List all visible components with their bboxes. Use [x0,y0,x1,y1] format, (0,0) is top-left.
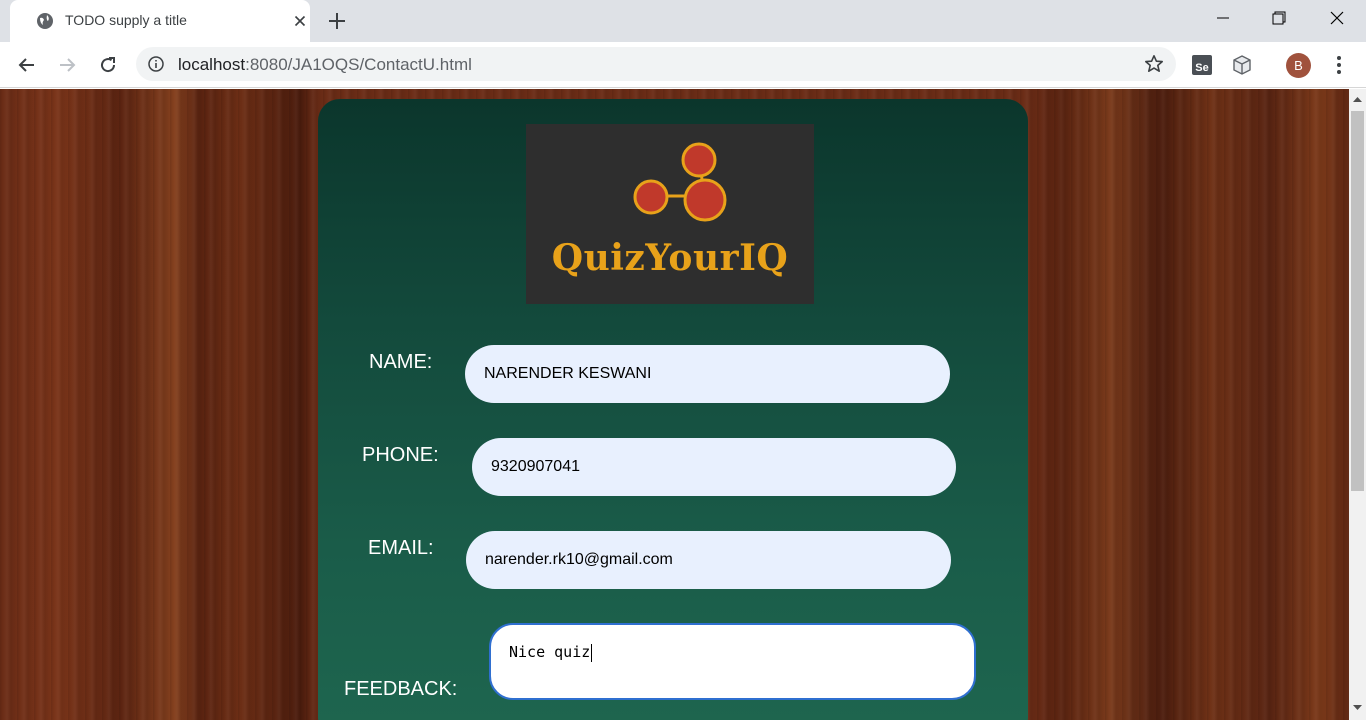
page-viewport: QuizYourIQ NAME: PHONE: EMAIL: FEEDBACK:… [0,89,1349,720]
molecule-icon [633,142,727,222]
window-close-icon[interactable] [1308,0,1366,36]
browser-tab[interactable]: TODO supply a title [10,0,310,42]
phone-input[interactable] [472,438,956,496]
minimize-icon[interactable] [1194,0,1252,36]
scroll-up-icon[interactable] [1353,95,1362,104]
profile-avatar[interactable]: B [1286,53,1311,78]
email-input[interactable] [466,531,951,589]
star-icon[interactable] [1144,54,1164,74]
feedback-label: FEEDBACK: [344,678,458,700]
logo-text: QuizYourIQ [551,237,789,279]
reload-icon[interactable] [96,53,120,77]
name-input[interactable] [465,345,950,403]
selenium-label: Se [1195,62,1208,74]
info-icon[interactable] [148,56,164,72]
name-label: NAME: [369,351,433,373]
restore-icon[interactable] [1250,0,1308,36]
scrollbar-thumb[interactable] [1351,111,1364,491]
page-scrollbar[interactable] [1349,89,1366,720]
url-text: localhost:8080/JA1OQS/ContactU.html [178,55,472,74]
text-caret [591,643,593,662]
close-icon[interactable] [292,13,308,29]
quizyouriq-logo: QuizYourIQ [526,124,814,304]
plus-icon[interactable] [327,11,347,31]
feedback-textarea[interactable]: Nice quiz [489,623,976,700]
globe-icon [37,13,53,29]
selenium-icon[interactable]: Se [1190,53,1214,77]
scroll-down-icon[interactable] [1353,703,1362,712]
menu-icon[interactable] [1327,53,1351,77]
address-bar[interactable]: localhost:8080/JA1OQS/ContactU.html [136,47,1176,81]
tab-title: TODO supply a title [65,12,187,28]
contact-form-panel: QuizYourIQ NAME: PHONE: EMAIL: FEEDBACK:… [318,99,1028,720]
email-label: EMAIL: [368,537,434,559]
feedback-text: Nice quiz [509,643,591,661]
browser-toolbar: localhost:8080/JA1OQS/ContactU.html Se B [0,42,1366,88]
extension-icon[interactable] [1230,53,1254,77]
tab-strip: TODO supply a title [0,0,1366,42]
forward-icon[interactable] [55,53,79,77]
back-icon[interactable] [15,53,39,77]
phone-label: PHONE: [362,444,439,466]
